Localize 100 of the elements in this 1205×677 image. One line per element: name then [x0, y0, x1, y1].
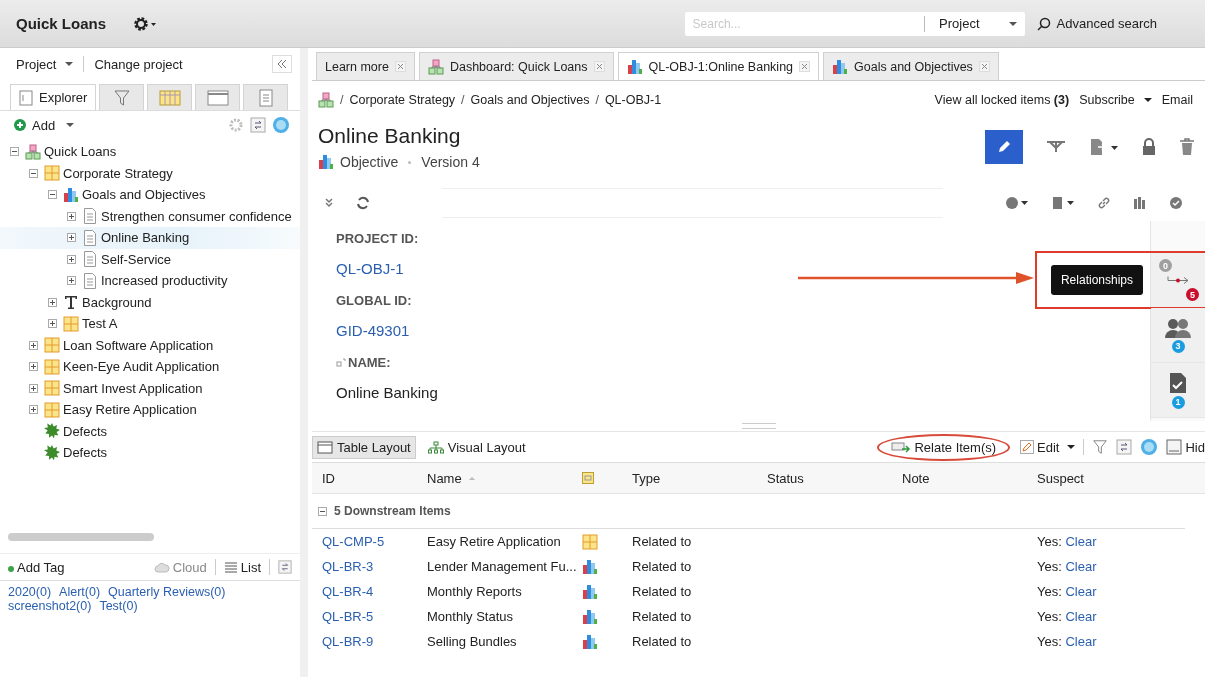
collapse-panel-button[interactable]	[272, 55, 292, 73]
breadcrumb-link[interactable]: QL-OBJ-1	[604, 93, 662, 107]
tag-link[interactable]: Quarterly Reviews(0)	[108, 585, 226, 599]
expander-icon[interactable]	[29, 340, 38, 350]
tree-row[interactable]: Smart Invest Application	[0, 377, 300, 399]
tag-link[interactable]: screenshot2(0)	[8, 599, 92, 613]
search-scope-dropdown[interactable]: Project	[924, 15, 1025, 32]
explorer-tab[interactable]: Explorer	[10, 84, 97, 110]
hide-button[interactable]: Hid	[1166, 439, 1205, 455]
item-id-link[interactable]: QL-BR-5	[322, 609, 374, 624]
window-tab[interactable]	[195, 84, 241, 110]
expander-icon[interactable]	[318, 506, 327, 516]
settings-icon[interactable]	[132, 14, 159, 33]
tag-link[interactable]: Test(0)	[99, 599, 138, 613]
expander-icon[interactable]	[10, 147, 19, 157]
export-icon[interactable]	[1089, 138, 1119, 156]
tree-row[interactable]: Goals and Objectives	[0, 184, 300, 206]
subscribe-menu[interactable]: Subscribe	[1079, 93, 1152, 107]
circle-menu-icon[interactable]	[1005, 196, 1029, 210]
tag-link[interactable]: 2020(0)	[8, 585, 52, 599]
edit-button[interactable]	[985, 130, 1023, 164]
breadcrumb-link[interactable]: Corporate Strategy	[349, 93, 456, 107]
email-link[interactable]: Email	[1161, 93, 1193, 107]
item-id-link[interactable]: QL-BR-9	[322, 634, 374, 649]
add-button[interactable]: Add	[14, 117, 75, 133]
globe-icon[interactable]	[1140, 438, 1159, 456]
tree-row[interactable]: Online Banking	[0, 227, 300, 249]
document-menu-icon[interactable]	[1051, 196, 1075, 210]
expander-icon[interactable]	[29, 383, 38, 393]
table-layout-tab[interactable]: Table Layout	[312, 435, 416, 459]
expander-icon[interactable]	[67, 276, 76, 286]
tree-row[interactable]: Easy Retire Application	[0, 399, 300, 421]
column-header[interactable]: Type	[632, 470, 661, 486]
tree-row[interactable]: Increased productivity	[0, 270, 300, 292]
column-header[interactable]: Status	[767, 470, 804, 486]
clear-link[interactable]: Clear	[1065, 534, 1097, 549]
expander-icon[interactable]	[48, 319, 57, 329]
add-tag-button[interactable]: Add Tag	[8, 559, 65, 575]
splitter-handle[interactable]	[312, 421, 1205, 432]
globe-icon[interactable]	[272, 116, 290, 134]
close-icon[interactable]	[593, 61, 605, 72]
clear-link[interactable]: Clear	[1065, 584, 1097, 599]
clear-link[interactable]: Clear	[1065, 609, 1097, 624]
expander-icon[interactable]	[67, 254, 76, 264]
document-tab[interactable]: Learn more	[316, 52, 415, 80]
tree-row[interactable]: Loan Software Application	[0, 334, 300, 356]
document-tab[interactable]: QL-OBJ-1:Online Banking	[617, 52, 820, 80]
column-header[interactable]: Name	[427, 470, 462, 486]
document-tab[interactable]: Dashboard: Quick Loans	[418, 52, 614, 80]
lock-icon[interactable]	[1141, 138, 1157, 156]
expander-icon[interactable]	[48, 190, 57, 200]
column-header[interactable]: ID	[322, 470, 335, 486]
tree-row[interactable]: Strengthen consumer confidence	[0, 205, 300, 227]
tree-row[interactable]: Corporate Strategy	[0, 162, 300, 184]
scrollbar-thumb[interactable]	[8, 533, 154, 541]
tag-link[interactable]: Alert(0)	[59, 585, 101, 599]
sync-icon[interactable]	[1116, 439, 1133, 455]
tree-row[interactable]: Self-Service	[0, 248, 300, 270]
project-menu[interactable]: Project	[16, 56, 74, 72]
books-icon[interactable]	[1133, 196, 1147, 210]
item-id-link[interactable]: QL-BR-4	[322, 584, 374, 599]
change-project-link[interactable]: Change project	[94, 56, 183, 72]
expander-icon[interactable]	[29, 168, 38, 178]
expander-icon[interactable]	[29, 405, 38, 415]
expander-icon[interactable]	[67, 233, 76, 243]
tree-row[interactable]: Keen-Eye Audit Application	[0, 356, 300, 378]
expander-icon[interactable]	[67, 211, 76, 221]
column-header[interactable]: Suspect	[1037, 470, 1084, 486]
check-circle-icon[interactable]	[1169, 196, 1183, 210]
clear-link[interactable]: Clear	[1065, 559, 1097, 574]
cloud-view-button[interactable]: Cloud	[153, 559, 207, 575]
advanced-search-link[interactable]: Advanced search	[1056, 16, 1157, 31]
tree-row[interactable]: Defects	[0, 442, 300, 464]
locked-items-link[interactable]: View all locked items (3)	[934, 93, 1070, 107]
edit-menu[interactable]: Edit	[1020, 439, 1076, 455]
close-icon[interactable]	[978, 61, 990, 72]
expander-icon[interactable]	[48, 297, 57, 307]
item-id-link[interactable]: QL-BR-3	[322, 559, 374, 574]
link-icon[interactable]	[1097, 196, 1111, 210]
clear-link[interactable]: Clear	[1065, 634, 1097, 649]
refresh-icon[interactable]	[356, 196, 370, 210]
expander-icon[interactable]	[29, 362, 38, 372]
tree-row[interactable]: Defects	[0, 420, 300, 442]
item-id-link[interactable]: QL-CMP-5	[322, 534, 385, 549]
visual-layout-tab[interactable]: Visual Layout	[423, 436, 530, 458]
list-view-button[interactable]: List	[223, 559, 261, 575]
sync-icon[interactable]	[278, 560, 292, 574]
expand-icon[interactable]	[324, 197, 334, 209]
close-icon[interactable]	[799, 61, 811, 72]
filter-icon[interactable]	[1092, 439, 1109, 455]
filter-tab[interactable]	[99, 84, 145, 110]
close-icon[interactable]	[394, 61, 406, 72]
field-value-link[interactable]: GID-49301	[336, 322, 410, 339]
relationships-panel-button[interactable]: 0 5	[1151, 253, 1205, 307]
trash-icon[interactable]	[1179, 138, 1195, 156]
relate-items-button[interactable]: Relate Item(s)	[877, 433, 1011, 461]
tree-row[interactable]: Quick Loans	[0, 141, 300, 163]
column-header[interactable]: Note	[902, 470, 930, 486]
breadcrumb-link[interactable]: Goals and Objectives	[470, 93, 590, 107]
tree-row[interactable]: Background	[0, 291, 300, 313]
